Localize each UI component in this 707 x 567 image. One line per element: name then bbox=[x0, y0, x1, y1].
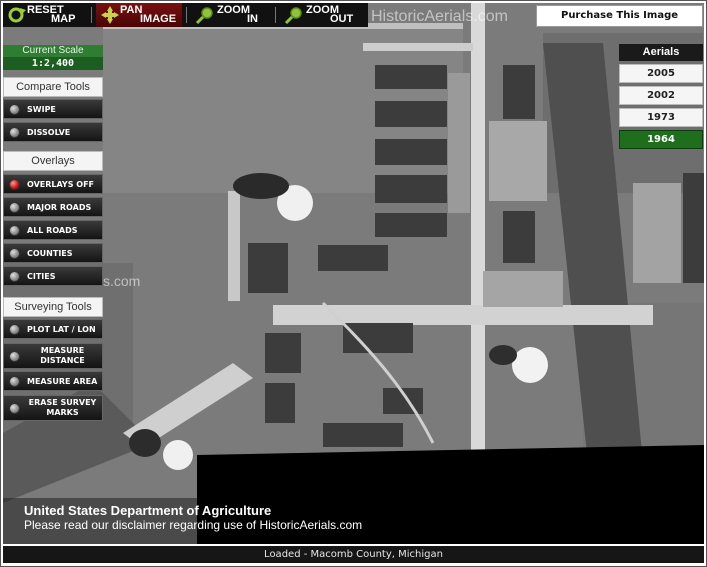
radio-icon bbox=[9, 375, 20, 387]
compare-tools-heading: Compare Tools bbox=[3, 77, 103, 97]
measure-distance-line2: DISTANCE bbox=[40, 356, 85, 365]
radio-icon bbox=[9, 270, 20, 282]
radio-icon bbox=[9, 402, 20, 414]
zoom-in-icon bbox=[195, 7, 213, 24]
surveying-tools-heading: Surveying Tools bbox=[3, 297, 103, 317]
plot-lat-lon-button[interactable]: PLOT LAT / LON bbox=[3, 319, 103, 339]
toolbar-divider bbox=[91, 7, 92, 23]
overlays-heading: Overlays bbox=[3, 151, 103, 171]
erase-survey-marks-button[interactable]: ERASE SURVEY MARKS bbox=[3, 395, 103, 421]
cities-button[interactable]: CITIES bbox=[3, 266, 103, 286]
year-2002-button[interactable]: 2002 bbox=[619, 86, 703, 105]
toolbar-divider bbox=[186, 7, 187, 23]
status-bar: Loaded - Macomb County, Michigan bbox=[3, 546, 704, 563]
radio-icon bbox=[9, 201, 20, 213]
radio-active-icon bbox=[9, 178, 20, 190]
measure-distance-line1: MEASURE bbox=[40, 346, 85, 355]
watermark-fragment: s.com bbox=[103, 273, 141, 289]
major-roads-button[interactable]: MAJOR ROADS bbox=[3, 197, 103, 217]
watermark: HistoricAerials.com bbox=[371, 8, 508, 25]
erase-survey-marks-label: ERASE SURVEY MARKS bbox=[27, 398, 102, 418]
usda-title: United States Department of Agriculture bbox=[24, 503, 272, 518]
zoom-out-label-line2: OUT bbox=[330, 13, 354, 25]
current-scale-label: Current Scale bbox=[3, 45, 103, 57]
plot-lat-lon-label: PLOT LAT / LON bbox=[27, 324, 96, 334]
zoom-out-button[interactable]: ZOOM OUT bbox=[280, 3, 364, 27]
swipe-label: SWIPE bbox=[27, 104, 56, 114]
zoom-in-label-line2: IN bbox=[247, 13, 258, 25]
radio-icon bbox=[9, 103, 20, 115]
pan-image-button[interactable]: PAN IMAGE bbox=[96, 3, 182, 27]
swipe-button[interactable]: SWIPE bbox=[3, 99, 103, 119]
map-toolbar: RESET MAP PAN IMAGE ZOOM IN ZOOM OUT bbox=[3, 3, 368, 27]
counties-label: COUNTIES bbox=[27, 248, 73, 258]
cities-label: CITIES bbox=[27, 271, 56, 281]
dissolve-label: DISSOLVE bbox=[27, 127, 71, 137]
zoom-in-label-line1: ZOOM bbox=[217, 4, 250, 16]
dissolve-button[interactable]: DISSOLVE bbox=[3, 122, 103, 142]
year-2005-button[interactable]: 2005 bbox=[619, 64, 703, 83]
purchase-image-button[interactable]: Purchase This Image bbox=[536, 5, 703, 27]
radio-icon bbox=[9, 323, 20, 335]
toolbar-divider bbox=[275, 7, 276, 23]
pan-arrows-icon bbox=[101, 6, 119, 24]
reset-icon bbox=[8, 7, 26, 23]
radio-icon bbox=[9, 126, 20, 138]
aerials-heading: Aerials bbox=[619, 44, 703, 61]
reset-map-button[interactable]: RESET MAP bbox=[3, 3, 87, 27]
all-roads-label: ALL ROADS bbox=[27, 225, 78, 235]
measure-area-label: MEASURE AREA bbox=[27, 376, 98, 386]
disclaimer-link[interactable]: Please read our disclaimer regarding use… bbox=[24, 518, 362, 532]
radio-icon bbox=[9, 350, 20, 362]
counties-button[interactable]: COUNTIES bbox=[3, 243, 103, 263]
erase-survey-line1: ERASE SURVEY bbox=[28, 398, 97, 407]
zoom-in-button[interactable]: ZOOM IN bbox=[191, 3, 271, 27]
pan-label-line2: IMAGE bbox=[140, 13, 177, 25]
erase-survey-line2: MARKS bbox=[46, 408, 79, 417]
overlays-off-label: OVERLAYS OFF bbox=[27, 179, 94, 189]
measure-area-button[interactable]: MEASURE AREA bbox=[3, 371, 103, 391]
aerial-map[interactable]: HistoricAerials.com s.com bbox=[3, 3, 704, 544]
reset-label-line2: MAP bbox=[51, 13, 76, 25]
year-1973-button[interactable]: 1973 bbox=[619, 108, 703, 127]
year-1964-button[interactable]: 1964 bbox=[619, 130, 703, 149]
overlays-off-button[interactable]: OVERLAYS OFF bbox=[3, 174, 103, 194]
measure-distance-button[interactable]: MEASURE DISTANCE bbox=[3, 343, 103, 369]
major-roads-label: MAJOR ROADS bbox=[27, 202, 92, 212]
radio-icon bbox=[9, 247, 20, 259]
current-scale-value: 1:2,400 bbox=[3, 57, 103, 70]
radio-icon bbox=[9, 224, 20, 236]
measure-distance-label: MEASURE DISTANCE bbox=[27, 346, 102, 366]
all-roads-button[interactable]: ALL ROADS bbox=[3, 220, 103, 240]
zoom-out-icon bbox=[284, 7, 302, 24]
